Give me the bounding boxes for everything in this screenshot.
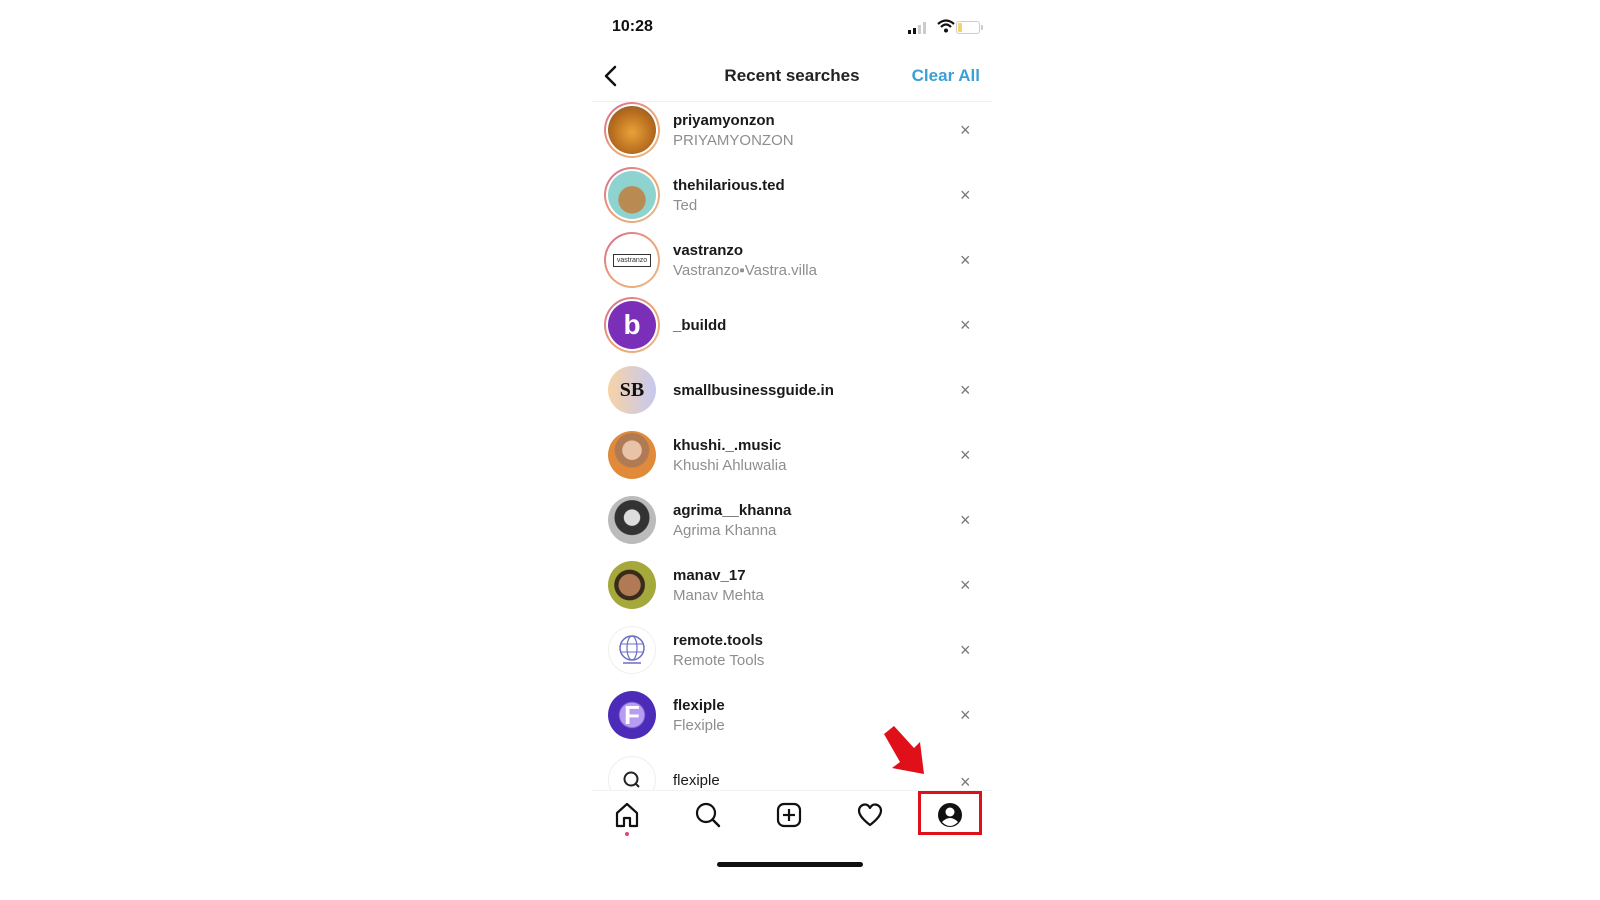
avatar [608, 561, 656, 609]
remove-search-button[interactable]: × [960, 380, 971, 401]
full-name: Flexiple [673, 717, 725, 734]
list-item[interactable]: SB smallbusinessguide.in × [592, 362, 992, 427]
avatar-logo-text: b [623, 309, 641, 340]
username: khushi._.music [673, 437, 782, 454]
purple-b-logo-icon: b [608, 301, 656, 349]
username: thehilarious.ted [673, 177, 785, 194]
list-item[interactable]: flexiple × [592, 752, 992, 790]
avatar [608, 431, 656, 479]
vastranzo-logo-icon: vastranzo [608, 236, 656, 284]
full-name: Vastranzo▪Vastra.villa [673, 262, 817, 279]
full-name: Agrima Khanna [673, 522, 777, 539]
username: manav_17 [673, 567, 746, 584]
remove-search-button[interactable]: × [960, 575, 971, 596]
avatar [608, 496, 656, 544]
home-icon [615, 802, 639, 828]
heart-icon [857, 803, 883, 827]
username: remote.tools [673, 632, 764, 649]
avatar-logo-text: SB [619, 378, 645, 401]
status-bar: 10:28 [592, 14, 992, 40]
home-indicator [717, 862, 863, 867]
username: vastranzo [673, 242, 744, 259]
remove-search-button[interactable]: × [960, 250, 971, 271]
add-post-icon [776, 802, 802, 828]
avatar: SB [608, 366, 656, 414]
woman-photo-icon [608, 431, 656, 479]
bw-woman-photo-icon [608, 496, 656, 544]
full-name: PRIYAMYONZON [673, 132, 794, 149]
status-time: 10:28 [612, 18, 653, 35]
remove-search-button[interactable]: × [960, 445, 971, 466]
remove-search-button[interactable]: × [960, 705, 971, 726]
list-item[interactable]: thehilarious.ted Ted × [592, 167, 992, 232]
cellular-signal-icon [908, 22, 926, 34]
username: smallbusinessguide.in [673, 382, 834, 399]
full-name: Manav Mehta [673, 587, 764, 604]
list-item[interactable]: priyamyonzon PRIYAMYONZON × [592, 102, 992, 167]
tab-activity[interactable] [854, 799, 886, 831]
remove-search-button[interactable]: × [960, 772, 971, 790]
avatar-logo-text: vastranzo [612, 253, 652, 267]
remove-search-button[interactable]: × [960, 640, 971, 661]
header: Recent searches Clear All [592, 58, 992, 98]
list-item[interactable]: vastranzo vastranzo Vastranzo▪Vastra.vil… [592, 232, 992, 297]
tab-new-post[interactable] [773, 799, 805, 831]
avatar: b [604, 297, 660, 353]
list-item[interactable]: F flexiple Flexiple × [592, 687, 992, 752]
username: flexiple [673, 697, 725, 714]
flexiple-f-logo-icon: F [608, 691, 656, 739]
avatar: F [608, 691, 656, 739]
phone-screen: 10:28 Recent searches Clear All priyamyo… [592, 0, 992, 900]
full-name: Ted [673, 197, 698, 214]
battery-icon [956, 21, 983, 34]
bottom-tab-bar [592, 790, 992, 841]
list-item[interactable]: remote.tools Remote Tools × [592, 622, 992, 687]
list-item[interactable]: agrima__khanna Agrima Khanna × [592, 492, 992, 557]
avatar [604, 102, 660, 158]
tab-search[interactable] [692, 799, 724, 831]
search-query-text: flexiple [673, 772, 720, 789]
search-icon [695, 802, 721, 828]
username: agrima__khanna [673, 502, 792, 519]
orange-cat-photo-icon [608, 106, 656, 154]
sb-logo-icon: SB [608, 366, 656, 414]
avatar [608, 756, 656, 790]
avatar [608, 626, 656, 674]
username: priyamyonzon [673, 112, 775, 129]
wifi-icon [937, 19, 955, 33]
search-query-icon [609, 757, 655, 790]
remove-search-button[interactable]: × [960, 315, 971, 336]
tab-home[interactable] [611, 799, 643, 831]
remove-search-button[interactable]: × [960, 185, 971, 206]
list-item[interactable]: khushi._.music Khushi Ahluwalia × [592, 427, 992, 492]
globe-logo-icon [609, 627, 655, 673]
avatar [604, 167, 660, 223]
man-sunglasses-photo-icon [608, 561, 656, 609]
remove-search-button[interactable]: × [960, 120, 971, 141]
profile-tab-highlight-box [918, 791, 982, 835]
username: _buildd [673, 317, 727, 334]
full-name: Remote Tools [673, 652, 765, 669]
teddy-bear-photo-icon [608, 171, 656, 219]
avatar-logo-text: F [624, 699, 640, 730]
clear-all-button[interactable]: Clear All [912, 66, 980, 86]
list-item[interactable]: manav_17 Manav Mehta × [592, 557, 992, 622]
red-arrow-annotation-icon [884, 726, 924, 774]
list-item[interactable]: b _buildd × [592, 297, 992, 362]
avatar: vastranzo [604, 232, 660, 288]
full-name: Khushi Ahluwalia [673, 457, 787, 474]
remove-search-button[interactable]: × [960, 510, 971, 531]
home-active-dot [625, 832, 629, 836]
